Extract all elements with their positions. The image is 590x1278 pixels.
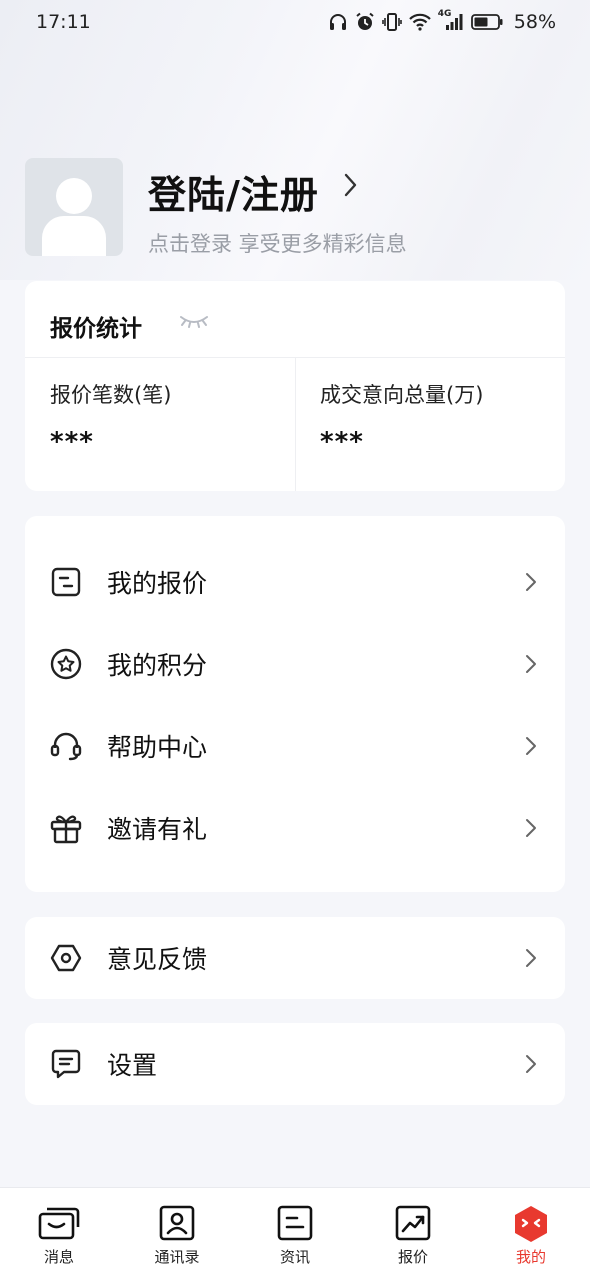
menu-item-label: 设置 [107, 1051, 158, 1080]
menu-item-my-points[interactable]: 我的积分 [25, 623, 565, 705]
contacts-icon [159, 1205, 195, 1245]
stats-title: 报价统计 [50, 316, 142, 342]
feedback-card: 意见反馈 [25, 917, 565, 999]
stat-value-deal-volume: *** [320, 427, 364, 457]
bottom-tab-bar: 消息 通讯录 资讯 报价 我的 [0, 1187, 590, 1278]
menu-item-invite-gift[interactable]: 邀请有礼 [25, 787, 565, 869]
menu-item-label: 我的积分 [107, 651, 208, 680]
avatar[interactable] [25, 158, 123, 256]
quote-chart-icon [395, 1205, 431, 1245]
profile-header[interactable]: 登陆/注册 点击登录 享受更多精彩信息 [25, 158, 565, 258]
tab-quotes[interactable]: 报价 [354, 1188, 472, 1278]
hexagon-feedback-icon [49, 941, 83, 975]
wifi-icon [408, 13, 431, 31]
divider [295, 358, 296, 491]
avatar-placeholder-icon [42, 178, 106, 256]
status-time: 17:11 [36, 11, 91, 33]
chevron-right-icon [526, 655, 536, 673]
menu-item-feedback[interactable]: 意见反馈 [25, 917, 565, 999]
quote-list-icon [49, 565, 83, 599]
menu-item-my-quotes[interactable]: 我的报价 [25, 541, 565, 623]
messages-icon [37, 1205, 81, 1245]
chevron-right-icon [526, 819, 536, 837]
login-subtitle: 点击登录 享受更多精彩信息 [148, 232, 407, 256]
settings-message-icon [49, 1047, 83, 1081]
menu-item-label: 意见反馈 [107, 945, 208, 974]
headphones-icon [329, 14, 346, 30]
tab-news[interactable]: 资讯 [236, 1188, 354, 1278]
chevron-right-icon [526, 949, 536, 967]
stat-value-quote-count: *** [50, 427, 94, 457]
stat-label-deal-volume: 成交意向总量(万) [320, 383, 484, 407]
signal-icon: 4G [438, 9, 464, 31]
tab-messages[interactable]: 消息 [0, 1188, 118, 1278]
news-icon [277, 1205, 313, 1245]
tab-label: 我的 [515, 1248, 546, 1266]
tab-label: 通讯录 [154, 1248, 200, 1266]
chevron-right-icon [526, 737, 536, 755]
menu-item-label: 我的报价 [107, 569, 208, 598]
tab-label: 报价 [397, 1248, 428, 1266]
headset-icon [49, 729, 83, 763]
tab-label: 消息 [43, 1248, 74, 1266]
menu-item-label: 邀请有礼 [107, 815, 208, 844]
quote-stats-card: 报价统计 报价笔数(笔) *** 成交意向总量(万) *** [25, 281, 565, 491]
stat-label-quote-count: 报价笔数(笔) [50, 383, 172, 407]
alarm-icon [356, 12, 374, 30]
status-bar: 17:11 4G 58% [0, 0, 590, 44]
vibrate-icon [381, 13, 402, 31]
menu-item-settings[interactable]: 设置 [25, 1023, 565, 1105]
menu-item-help-center[interactable]: 帮助中心 [25, 705, 565, 787]
login-register-link[interactable]: 登陆/注册 [148, 164, 319, 219]
battery-icon [470, 14, 503, 30]
chevron-right-icon [526, 1055, 536, 1073]
menu-card: 我的报价 我的积分 帮助中心 邀请有礼 [25, 516, 565, 892]
tab-label: 资讯 [279, 1248, 310, 1266]
status-icons: 4G 58% [328, 9, 556, 33]
tab-mine[interactable]: 我的 [472, 1188, 590, 1278]
menu-item-label: 帮助中心 [107, 733, 208, 762]
gift-icon [49, 811, 83, 845]
star-points-icon [49, 647, 83, 681]
mine-icon [513, 1205, 549, 1247]
chevron-right-icon [526, 573, 536, 591]
eye-closed-icon[interactable] [179, 314, 209, 328]
chevron-right-icon[interactable] [343, 172, 359, 198]
tab-contacts[interactable]: 通讯录 [118, 1188, 236, 1278]
battery-percent: 58% [513, 11, 556, 33]
settings-card: 设置 [25, 1023, 565, 1105]
